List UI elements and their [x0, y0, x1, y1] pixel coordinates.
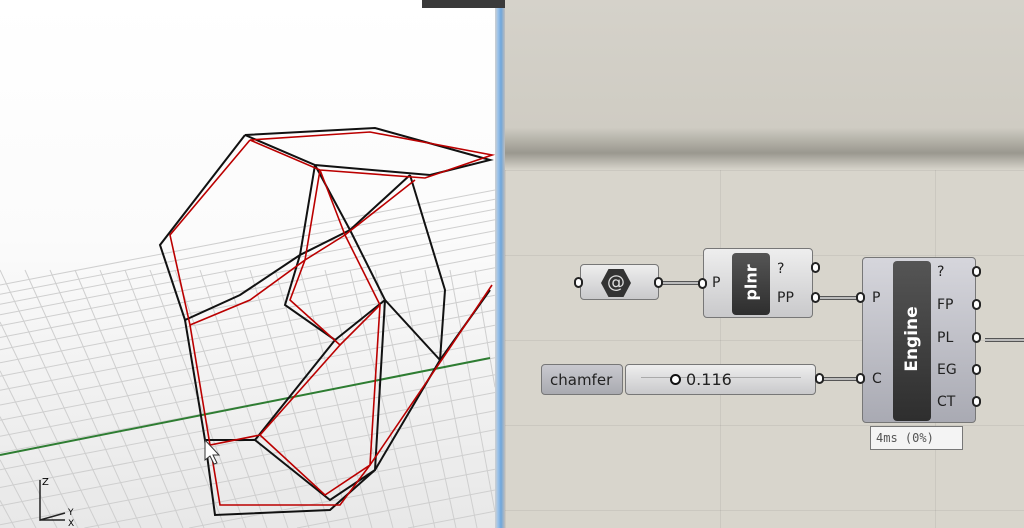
construction-grid: [0, 189, 495, 528]
grid-line: [0, 459, 37, 528]
geometry-hex-icon: @: [601, 269, 631, 297]
grid-line: [407, 510, 495, 528]
input-port[interactable]: [856, 292, 865, 303]
input-port[interactable]: [574, 277, 583, 288]
slider-value: 0.116: [686, 370, 732, 389]
grid-line: [0, 269, 121, 528]
output-port[interactable]: [972, 299, 981, 310]
output-port[interactable]: [811, 292, 820, 303]
grid-line: [424, 269, 478, 528]
plnr-name-block: plnr: [732, 253, 770, 315]
grid-line: [49, 269, 163, 528]
viewport-scene: Z Y X: [0, 126, 495, 528]
grid-line: [0, 416, 58, 528]
axis-label-y: Y: [67, 508, 74, 518]
slider-knob[interactable]: [670, 374, 681, 385]
grid-line: [0, 280, 495, 377]
axis-label-x: X: [68, 519, 74, 528]
plnr-name: plnr: [741, 264, 761, 301]
split-divider[interactable]: [495, 0, 505, 528]
grid-line: [0, 254, 495, 351]
output-port[interactable]: [972, 266, 981, 277]
input-p: P: [712, 275, 721, 291]
output-label: EG: [937, 362, 957, 378]
output-label: ?: [777, 261, 785, 277]
output-port[interactable]: [811, 262, 820, 273]
output-port[interactable]: [654, 277, 663, 288]
engine-name-block: Engine: [893, 261, 931, 421]
grid-line: [24, 269, 142, 528]
output-label: ?: [937, 264, 945, 280]
slider-label[interactable]: chamfer: [541, 364, 623, 395]
input-port[interactable]: [698, 278, 707, 289]
engine-component[interactable]: P C Engine ? FP PL EG CT: [862, 257, 976, 423]
grid-line: [324, 269, 394, 528]
input-label: P: [872, 290, 881, 306]
grid-line: [0, 370, 79, 528]
output-port[interactable]: [972, 332, 981, 343]
grid-line: [0, 230, 495, 327]
canvas-toolbar-shadow: [505, 0, 1024, 170]
engine-name: Engine: [902, 306, 922, 372]
output-label: FP: [937, 297, 954, 313]
output-label: PL: [937, 330, 954, 346]
output-label: CT: [937, 394, 956, 410]
input-label: C: [872, 371, 882, 387]
output-port[interactable]: [815, 373, 824, 384]
wire: [985, 338, 1024, 342]
grid-line: [74, 269, 184, 528]
grid-line: [199, 269, 289, 528]
geometry-param-component[interactable]: @: [580, 264, 659, 300]
grid-line: [0, 267, 495, 364]
grid-line: [84, 448, 495, 528]
grid-line: [0, 294, 495, 391]
rhino-viewport[interactable]: Z Y X: [0, 0, 495, 528]
grid-line: [224, 269, 310, 528]
output-port[interactable]: [972, 364, 981, 375]
grid-line: [349, 269, 415, 528]
slider-name: chamfer: [550, 371, 613, 389]
timing-tooltip: 4ms (0%): [870, 426, 963, 450]
grid-line: [299, 269, 373, 528]
axis-label-z: Z: [42, 477, 49, 488]
grid-line: [0, 189, 495, 286]
plnr-component[interactable]: P plnr ? PP: [703, 248, 813, 318]
grid-line: [0, 410, 495, 507]
input-port[interactable]: [856, 373, 865, 384]
grid-line: [296, 489, 495, 528]
output-label: PP: [777, 290, 794, 306]
output-port[interactable]: [972, 396, 981, 407]
chamfer-slider[interactable]: 0.116: [625, 364, 816, 395]
grid-line: [449, 269, 495, 512]
grid-line: [399, 269, 457, 528]
